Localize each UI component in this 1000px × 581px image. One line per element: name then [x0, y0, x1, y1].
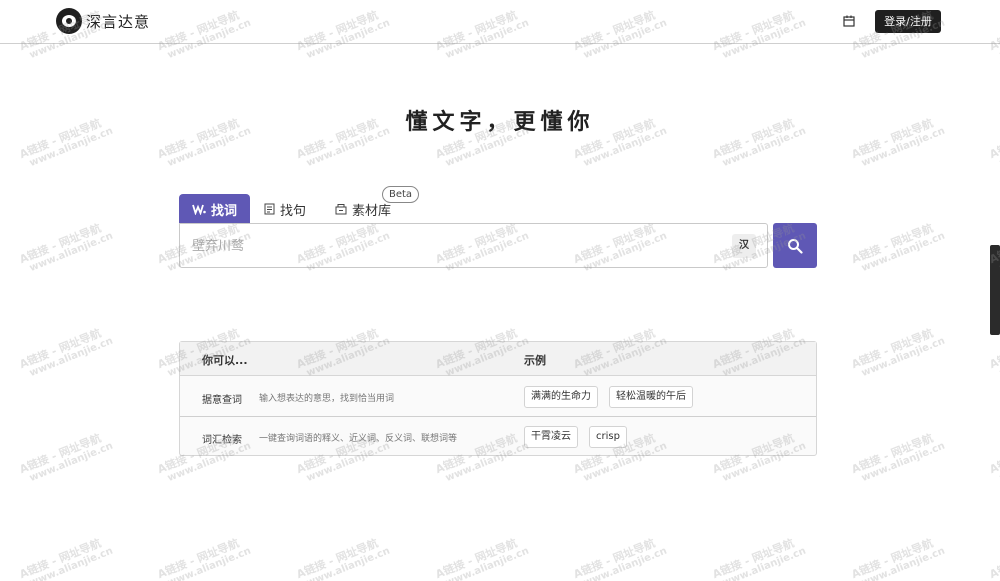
- watermark-text: A链接 - 网址导航www.alianjie.cn: [849, 431, 947, 485]
- word-icon: [192, 204, 206, 215]
- tab-label: 找句: [280, 203, 307, 219]
- page-headline: 懂文字，更懂你: [405, 109, 595, 135]
- calendar-icon[interactable]: [843, 15, 855, 27]
- page-scrollbar[interactable]: [990, 245, 1000, 335]
- top-header: 深言达意 登录/注册: [0, 0, 1000, 44]
- logo-text: 深言达意: [86, 12, 151, 31]
- example-chip[interactable]: 轻松温暖的午后: [609, 386, 693, 408]
- watermark-text: A链接 - 网址导航www.alianjie.cn: [155, 536, 253, 581]
- example-chip[interactable]: 满满的生命力: [524, 386, 598, 408]
- watermark-text: A链接 - 网址导航www.alianjie.cn: [294, 536, 392, 581]
- watermark-text: A链接 - 网址导航www.alianjie.cn: [849, 326, 947, 380]
- tab-find-word[interactable]: 找词: [179, 194, 250, 224]
- watermark-text: A链接 - 网址导航www.alianjie.cn: [987, 432, 1000, 485]
- feature-description: 输入想表达的意思，找到恰当用词: [259, 394, 395, 404]
- column-header-example: 示例: [524, 354, 546, 367]
- feature-table: 你可以... 示例 据意查词 输入想表达的意思，找到恰当用词 满满的生命力 轻松…: [179, 341, 817, 456]
- logo-icon: [56, 8, 82, 34]
- column-header-task: 你可以...: [202, 354, 248, 367]
- feature-title: 据意查词: [202, 395, 242, 406]
- site-logo[interactable]: 深言达意: [56, 8, 150, 34]
- search-box: 汉: [179, 223, 768, 268]
- watermark-text: A链接 - 网址导航www.alianjie.cn: [849, 536, 947, 581]
- sentence-icon: [264, 203, 275, 215]
- watermark-text: A链接 - 网址导航www.alianjie.cn: [571, 536, 669, 581]
- example-chip[interactable]: 干霄凌云: [524, 426, 578, 448]
- example-chip[interactable]: crisp: [589, 426, 627, 448]
- search-icon: [788, 238, 803, 254]
- watermark-text: A链接 - 网址导航www.alianjie.cn: [710, 536, 808, 581]
- table-header: 你可以... 示例: [180, 342, 816, 376]
- watermark-text: A链接 - 网址导航www.alianjie.cn: [17, 431, 115, 485]
- login-register-button[interactable]: 登录/注册: [875, 10, 941, 33]
- watermark-text: A链接 - 网址导航www.alianjie.cn: [849, 221, 947, 275]
- han-toggle-button[interactable]: 汉: [732, 234, 756, 258]
- material-icon: [335, 204, 347, 215]
- watermark-text: A链接 - 网址导航www.alianjie.cn: [987, 537, 1000, 581]
- watermark-text: A链接 - 网址导航www.alianjie.cn: [17, 326, 115, 380]
- feature-description: 一键查询词语的释义、近义词、反义词、联想词等: [259, 434, 458, 444]
- search-button[interactable]: [773, 223, 817, 268]
- table-row: 词汇检索 一键查询词语的释义、近义词、反义词、联想词等 干霄凌云 crisp: [180, 417, 816, 457]
- tab-label: 素材库: [352, 203, 392, 219]
- feature-title: 词汇检索: [202, 435, 242, 446]
- tab-label: 找词: [210, 203, 237, 219]
- watermark-text: A链接 - 网址导航www.alianjie.cn: [17, 536, 115, 581]
- watermark-text: A链接 - 网址导航www.alianjie.cn: [433, 536, 531, 581]
- search-input[interactable]: [192, 234, 712, 258]
- table-row: 据意查词 输入想表达的意思，找到恰当用词 满满的生命力 轻松温暖的午后: [180, 377, 816, 417]
- watermark-text: A链接 - 网址导航www.alianjie.cn: [17, 221, 115, 275]
- beta-badge: Beta: [382, 186, 420, 203]
- tab-find-sentence[interactable]: 找句: [264, 194, 306, 224]
